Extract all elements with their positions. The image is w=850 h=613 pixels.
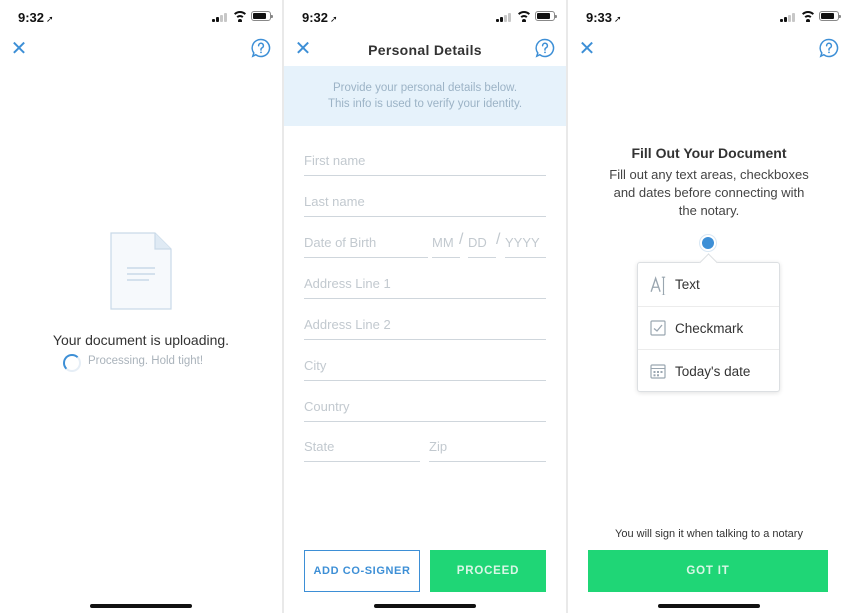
status-bar: 9:32 ➚	[0, 0, 282, 34]
menu-item-checkmark[interactable]: Checkmark	[638, 306, 779, 349]
date-separator: /	[496, 231, 501, 248]
document-icon	[110, 232, 172, 310]
add-co-signer-button[interactable]: ADD CO-SIGNER	[304, 550, 420, 592]
status-bar: 9:32 ➚	[284, 0, 566, 34]
proceed-button[interactable]: PROCEED	[430, 550, 546, 592]
menu-item-text[interactable]: Text	[638, 263, 779, 306]
home-indicator	[658, 604, 760, 608]
country-field[interactable]: Country	[304, 396, 546, 422]
sign-note: You will sign it when talking to a notar…	[615, 528, 803, 540]
placement-dot[interactable]	[702, 237, 714, 249]
personal-details-screen: 9:32 ➚ ✕ Personal Details Provide your pe…	[284, 0, 566, 613]
calendar-icon	[650, 364, 666, 379]
first-name-field[interactable]: First name	[304, 150, 546, 176]
last-name-field[interactable]: Last name	[304, 191, 546, 217]
banner-line: This info is used to verify your identit…	[327, 98, 523, 110]
help-icon[interactable]	[251, 38, 271, 58]
nav-bar: ✕ Personal Details	[284, 34, 566, 66]
checkbox-icon	[650, 320, 666, 336]
address-line-1-field[interactable]: Address Line 1	[304, 273, 546, 299]
city-field[interactable]: City	[304, 355, 546, 381]
close-icon[interactable]: ✕	[578, 37, 596, 61]
battery-icon	[535, 11, 557, 21]
section-title: Fill Out Your Document	[631, 145, 787, 161]
state-field[interactable]: State	[304, 436, 420, 462]
menu-item-label: Today's date	[675, 364, 751, 379]
battery-icon	[251, 11, 273, 21]
menu-item-label: Checkmark	[675, 321, 744, 336]
text-field-icon	[650, 276, 666, 295]
wifi-icon	[800, 11, 815, 22]
date-separator: /	[459, 231, 464, 248]
processing-text: Processing. Hold tight!	[88, 355, 204, 367]
dob-label-field[interactable]: Date of Birth	[304, 232, 428, 258]
cellular-signal-icon	[212, 12, 228, 22]
home-indicator	[374, 604, 476, 608]
battery-icon	[819, 11, 841, 21]
cellular-signal-icon	[496, 12, 512, 22]
upload-status-title: Your document is uploading.	[52, 332, 230, 348]
nav-bar: ✕	[0, 34, 282, 66]
upload-screen: 9:32 ➚ ✕ Your document is uploading. Proc…	[0, 0, 282, 613]
cellular-signal-icon	[780, 12, 796, 22]
dob-day-field[interactable]: DD	[468, 232, 496, 258]
status-time: 9:33 ➚	[586, 10, 622, 25]
banner-line: Provide your personal details below.	[332, 82, 518, 94]
close-icon[interactable]: ✕	[10, 37, 28, 61]
address-line-2-field[interactable]: Address Line 2	[304, 314, 546, 340]
home-indicator	[90, 604, 192, 608]
status-bar: 9:33 ➚	[568, 0, 850, 34]
zip-field[interactable]: Zip	[429, 436, 546, 462]
status-time: 9:32 ➚	[302, 10, 338, 25]
page-title: Personal Details	[368, 42, 482, 58]
field-type-menu: Text Checkmark Today's date	[637, 262, 780, 392]
menu-item-label: Text	[675, 277, 700, 292]
help-icon[interactable]	[535, 38, 555, 58]
location-arrow-icon: ➚	[330, 14, 338, 24]
wifi-icon	[232, 11, 247, 22]
menu-item-todays-date[interactable]: Today's date	[638, 349, 779, 392]
location-arrow-icon: ➚	[46, 14, 54, 24]
got-it-button[interactable]: GOT IT	[588, 550, 828, 592]
nav-bar: ✕	[568, 34, 850, 66]
status-time: 9:32 ➚	[18, 10, 54, 25]
location-arrow-icon: ➚	[614, 14, 622, 24]
dob-year-field[interactable]: YYYY	[505, 232, 546, 258]
instructions-text: Fill out any text areas, checkboxes and …	[609, 167, 809, 218]
dob-month-field[interactable]: MM	[432, 232, 460, 258]
info-banner: Provide your personal details below. Thi…	[284, 66, 566, 126]
help-icon[interactable]	[819, 38, 839, 58]
wifi-icon	[516, 11, 531, 22]
fill-document-screen: 9:33 ➚ ✕ Fill Out Your Document Fill out …	[568, 0, 850, 613]
